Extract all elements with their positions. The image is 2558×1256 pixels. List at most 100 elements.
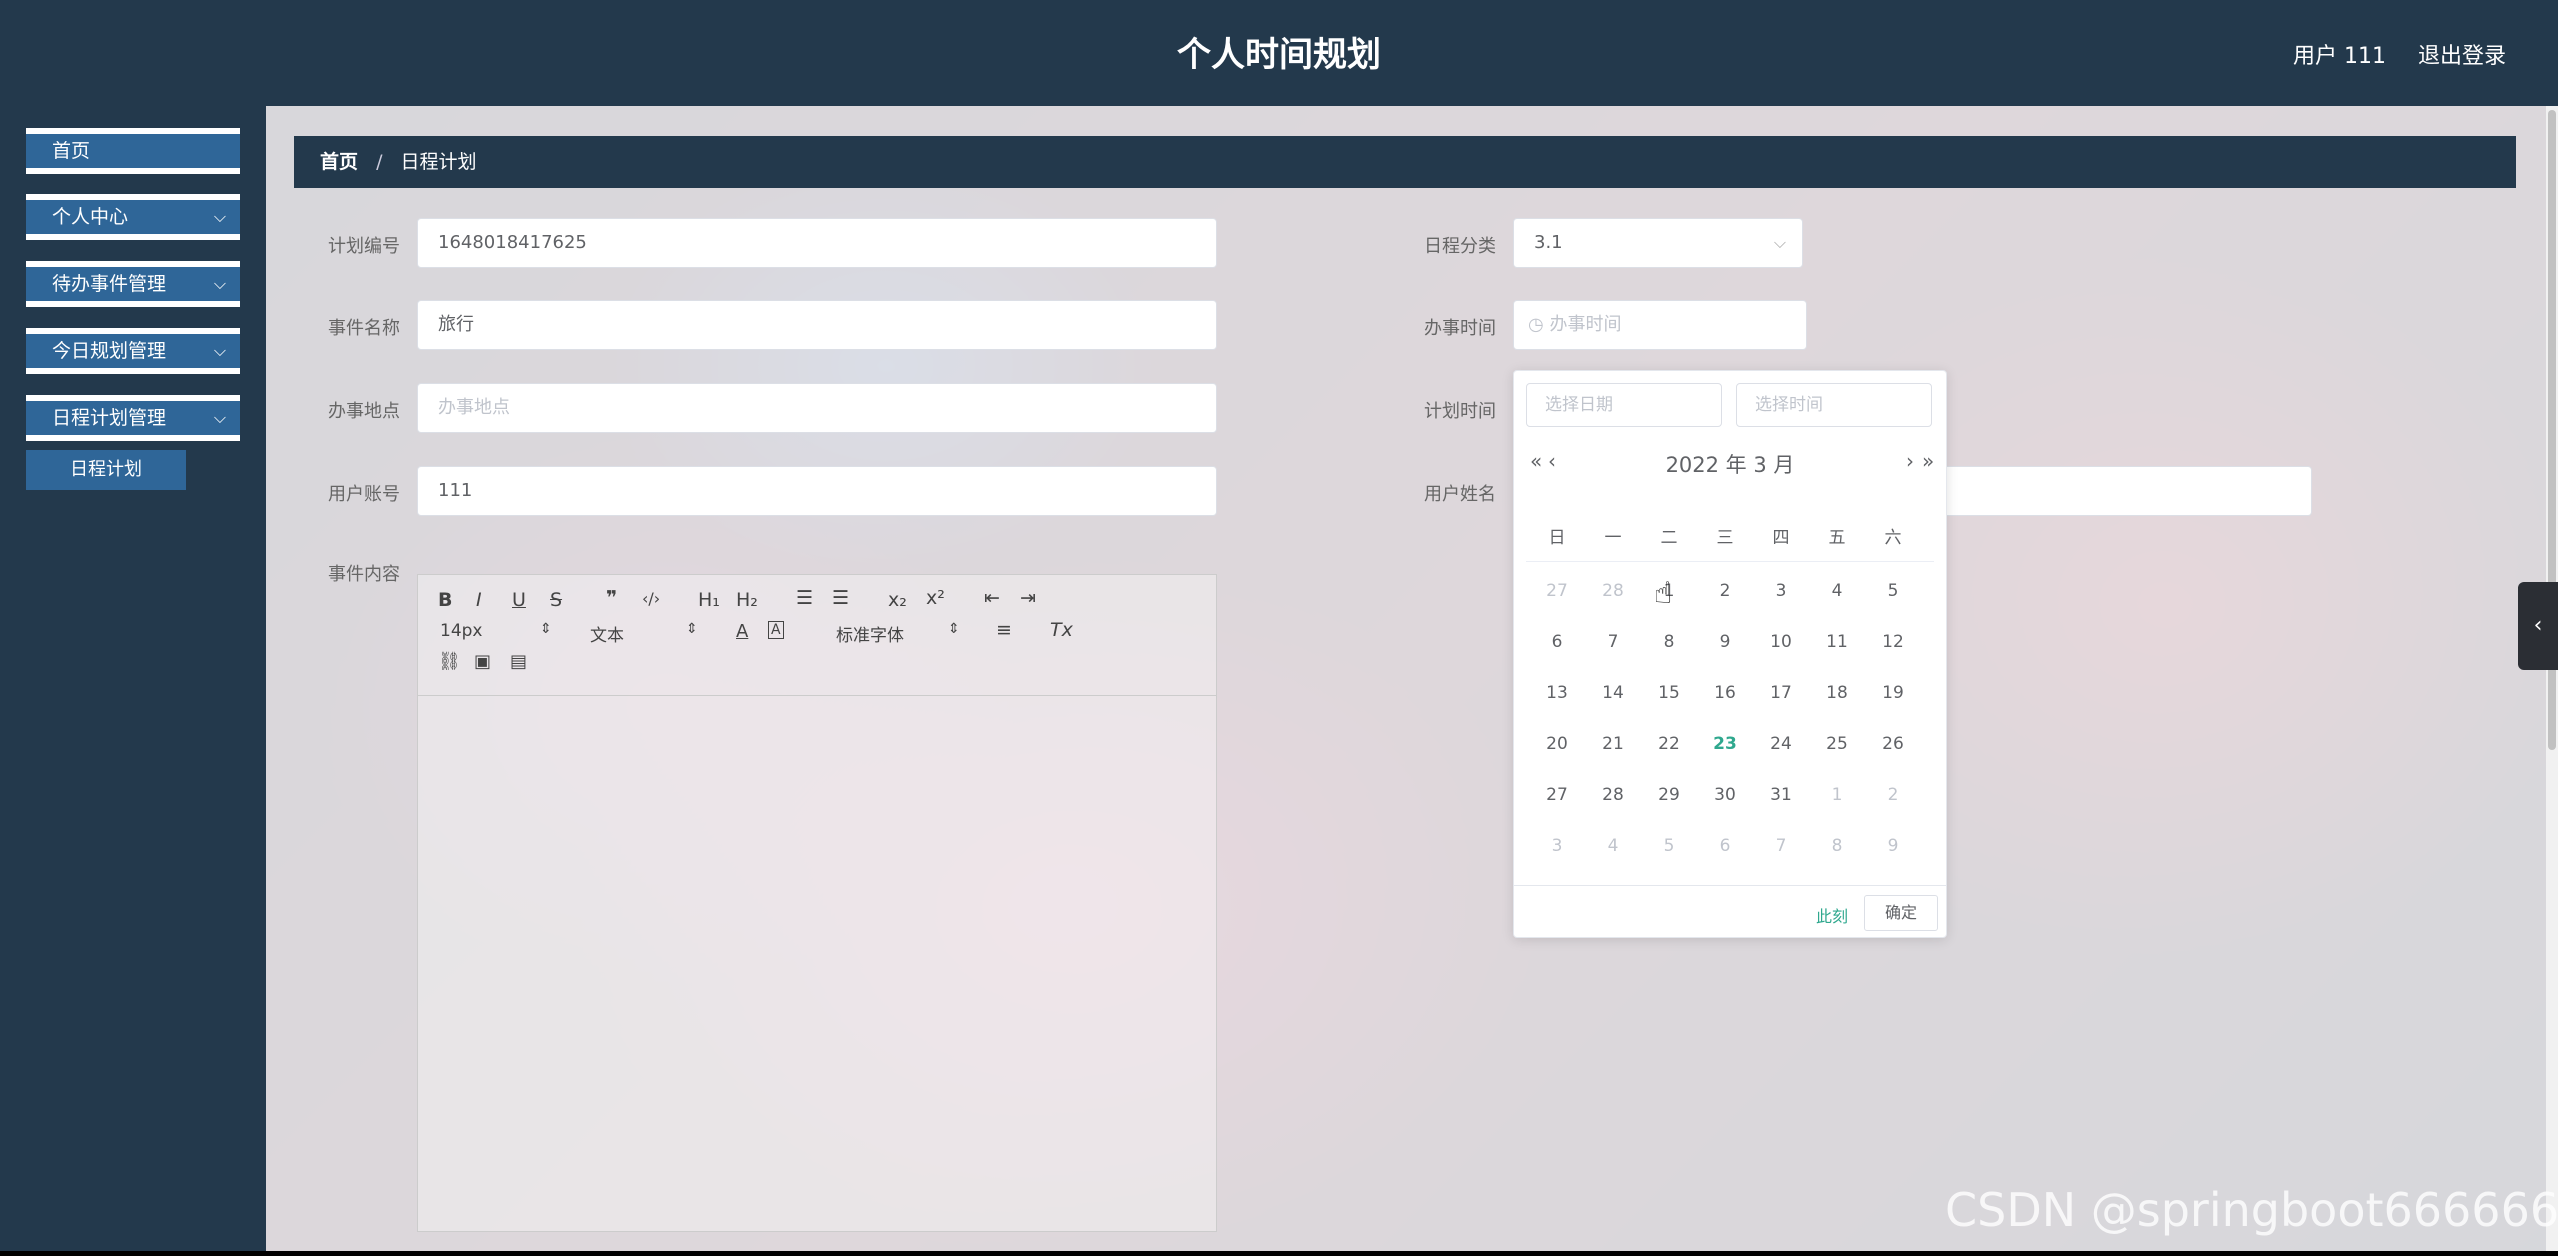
calendar-day[interactable]: 7	[1585, 622, 1641, 662]
breadcrumb-home[interactable]: 首页	[320, 151, 358, 173]
year-label[interactable]: 2022 年	[1666, 453, 1747, 477]
calendar-day[interactable]: 8	[1809, 826, 1865, 866]
subscript-button[interactable]: x₂	[888, 589, 907, 611]
chevron-down-icon: ⌵	[213, 408, 226, 427]
calendar-day[interactable]: 3	[1529, 826, 1585, 866]
account-input[interactable]: 111	[417, 466, 1217, 516]
sidebar-item-label: 个人中心	[52, 206, 129, 228]
font-family-select[interactable]: 标准字体	[836, 621, 904, 646]
outdent-icon[interactable]: ⇤	[984, 587, 1000, 609]
calendar-day[interactable]: 12	[1865, 622, 1921, 662]
calendar-day[interactable]: 28	[1585, 775, 1641, 815]
time-picker-input[interactable]: ◷ 办事时间	[1513, 300, 1807, 350]
calendar-day[interactable]: 23	[1697, 724, 1753, 764]
calendar-day[interactable]: 30	[1697, 775, 1753, 815]
calendar-day[interactable]: 15	[1641, 673, 1697, 713]
video-icon[interactable]: ▤	[510, 651, 527, 672]
next-month-button[interactable]: ›	[1906, 449, 1914, 473]
image-icon[interactable]: ▣	[474, 651, 491, 672]
calendar-day[interactable]: 9	[1865, 826, 1921, 866]
calendar-day[interactable]: 19	[1865, 673, 1921, 713]
calendar-day[interactable]: 6	[1529, 622, 1585, 662]
calendar-day[interactable]: 4	[1809, 571, 1865, 611]
now-button[interactable]: 此刻	[1816, 903, 1848, 927]
sidebar-item-todo-management[interactable]: 待办事件管理 ⌵	[26, 261, 240, 307]
plan-no-label: 计划编号	[328, 236, 400, 257]
strike-button[interactable]: S	[550, 589, 562, 611]
sidebar-item-daily-plan-management[interactable]: 今日规划管理 ⌵	[26, 328, 240, 374]
calendar-day[interactable]: 25	[1809, 724, 1865, 764]
calendar-day[interactable]: 2	[1865, 775, 1921, 815]
background-color-icon[interactable]: A	[768, 621, 784, 639]
font-family-value: 标准字体	[836, 626, 904, 646]
calendar-day[interactable]: 31	[1753, 775, 1809, 815]
calendar-day[interactable]: 11	[1809, 622, 1865, 662]
clear-format-button[interactable]: Tx	[1050, 619, 1073, 641]
calendar-day[interactable]: 16	[1697, 673, 1753, 713]
font-size-select[interactable]: 14px	[440, 621, 482, 641]
calendar-day[interactable]: 5	[1865, 571, 1921, 611]
indent-icon[interactable]: ⇥	[1020, 587, 1036, 609]
time-label: 办事时间	[1424, 318, 1496, 339]
calendar-day[interactable]: 24	[1753, 724, 1809, 764]
calendar-day[interactable]: 9	[1697, 622, 1753, 662]
text-color-icon[interactable]: A	[736, 621, 748, 642]
sidebar-item-schedule-management[interactable]: 日程计划管理 ⌵	[26, 395, 240, 441]
bullet-list-icon[interactable]: ☰	[832, 587, 849, 609]
italic-button[interactable]: I	[476, 589, 482, 611]
underline-button[interactable]: U	[512, 589, 526, 611]
location-input[interactable]: 办事地点	[417, 383, 1217, 433]
calendar-day[interactable]: 8	[1641, 622, 1697, 662]
calendar-day[interactable]: 17	[1753, 673, 1809, 713]
side-panel-toggle[interactable]: ‹	[2518, 582, 2558, 670]
weekday-label: 五	[1828, 528, 1846, 548]
calendar-day[interactable]: 27	[1529, 775, 1585, 815]
calendar-day[interactable]: 13	[1529, 673, 1585, 713]
next-year-button[interactable]: »	[1922, 449, 1934, 473]
calendar-day[interactable]: 14	[1585, 673, 1641, 713]
calendar-day[interactable]: 6	[1697, 826, 1753, 866]
heading1-button[interactable]: H₁	[698, 589, 720, 611]
logout-link[interactable]: 退出登录	[2418, 38, 2506, 70]
calendar-day[interactable]: 18	[1809, 673, 1865, 713]
calendar-day[interactable]: 21	[1585, 724, 1641, 764]
chevron-left-icon: ‹	[2533, 613, 2543, 638]
time-input[interactable]: 选择时间	[1736, 383, 1932, 427]
calendar-day[interactable]: 5	[1641, 826, 1697, 866]
sidebar-subitem-schedule[interactable]: 日程计划	[26, 450, 186, 490]
month-label[interactable]: 3 月	[1753, 453, 1794, 477]
code-block-button[interactable]: ‹/›	[642, 589, 660, 608]
ordered-list-icon[interactable]: ☰	[796, 587, 813, 609]
header-select[interactable]: 文本	[590, 621, 624, 646]
date-input[interactable]: 选择日期	[1526, 383, 1722, 427]
calendar-day[interactable]: 10	[1753, 622, 1809, 662]
calendar-day[interactable]: 28	[1585, 571, 1641, 611]
calendar-day[interactable]: 29	[1641, 775, 1697, 815]
font-size-value: 14px	[440, 621, 483, 641]
breadcrumb: 首页 / 日程计划	[294, 136, 2516, 188]
calendar-day[interactable]: 27	[1529, 571, 1585, 611]
confirm-button[interactable]: 确定	[1864, 895, 1938, 931]
calendar-day[interactable]: 22	[1641, 724, 1697, 764]
calendar-day[interactable]: 3	[1753, 571, 1809, 611]
calendar-day[interactable]: 26	[1865, 724, 1921, 764]
heading2-button[interactable]: H₂	[736, 589, 758, 611]
username-input[interactable]	[1946, 466, 2312, 516]
sidebar-item-personal-center[interactable]: 个人中心 ⌵	[26, 194, 240, 240]
blockquote-button[interactable]: ❞	[606, 587, 617, 609]
bold-button[interactable]: B	[438, 589, 452, 611]
editor-toolbar: B I U S ❞ ‹/› H₁ H₂ ☰ ☰ x₂ x² ⇤ ⇥ 14px ⇕…	[418, 575, 1216, 696]
calendar-day[interactable]: 20	[1529, 724, 1585, 764]
superscript-button[interactable]: x²	[926, 587, 945, 609]
calendar-day[interactable]: 2	[1697, 571, 1753, 611]
calendar-day[interactable]: 1	[1809, 775, 1865, 815]
event-name-input[interactable]: 旅行	[417, 300, 1217, 350]
link-icon[interactable]: ⛓	[438, 651, 461, 672]
category-select[interactable]: 3.1 ⌵	[1513, 218, 1803, 268]
breadcrumb-current: 日程计划	[400, 151, 477, 173]
plan-no-input[interactable]: 1648018417625	[417, 218, 1217, 268]
calendar-day[interactable]: 4	[1585, 826, 1641, 866]
align-icon[interactable]: ≡	[996, 619, 1012, 641]
calendar-day[interactable]: 7	[1753, 826, 1809, 866]
sidebar-item-home[interactable]: 首页	[26, 128, 240, 174]
